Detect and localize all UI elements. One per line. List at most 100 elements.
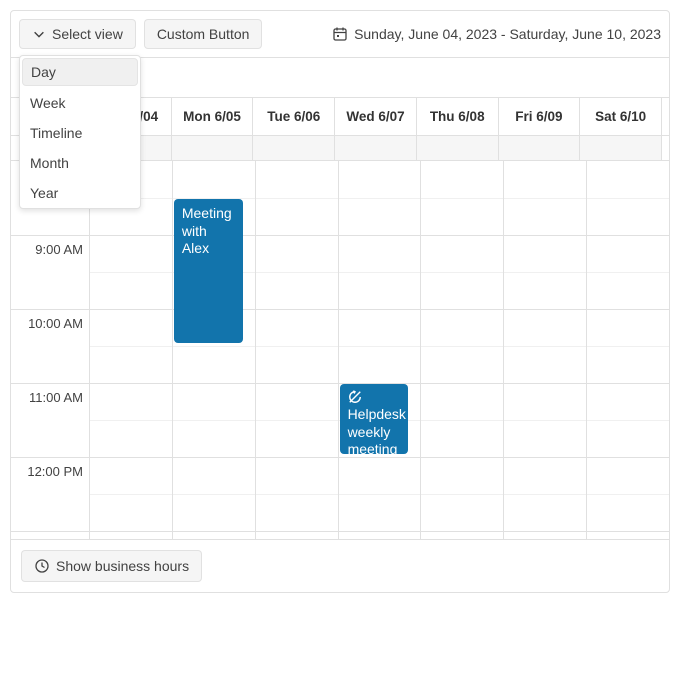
time-cell[interactable] xyxy=(339,309,421,346)
time-cell[interactable] xyxy=(504,198,586,235)
time-cell[interactable] xyxy=(90,420,172,457)
time-cell[interactable] xyxy=(173,457,255,494)
time-cell[interactable] xyxy=(256,161,338,198)
day-column[interactable] xyxy=(89,161,172,539)
day-column[interactable]: Meeting with Alex xyxy=(172,161,255,539)
time-cell[interactable] xyxy=(173,494,255,531)
time-cell[interactable] xyxy=(256,383,338,420)
time-cell[interactable] xyxy=(587,198,669,235)
view-option-timeline[interactable]: Timeline xyxy=(20,118,140,148)
time-cell[interactable] xyxy=(339,272,421,309)
time-cell[interactable] xyxy=(90,309,172,346)
time-cell[interactable] xyxy=(504,161,586,198)
time-cell[interactable] xyxy=(421,235,503,272)
allday-cell[interactable] xyxy=(334,136,416,160)
time-cell[interactable] xyxy=(90,272,172,309)
time-cell[interactable] xyxy=(339,457,421,494)
time-cell[interactable] xyxy=(504,346,586,383)
time-cell[interactable] xyxy=(504,420,586,457)
time-cell[interactable] xyxy=(587,309,669,346)
view-option-day[interactable]: Day xyxy=(22,58,138,86)
time-cell[interactable] xyxy=(421,420,503,457)
time-cell[interactable] xyxy=(339,494,421,531)
calendar-event[interactable]: Helpdesk weekly meeting xyxy=(340,384,409,454)
time-cell[interactable] xyxy=(504,272,586,309)
time-cell[interactable] xyxy=(587,272,669,309)
time-cell[interactable] xyxy=(421,309,503,346)
day-column[interactable] xyxy=(255,161,338,539)
column-header[interactable]: Tue 6/06 xyxy=(252,98,334,135)
time-cell[interactable] xyxy=(421,494,503,531)
time-cell[interactable] xyxy=(339,235,421,272)
time-cell[interactable] xyxy=(173,383,255,420)
time-cell[interactable] xyxy=(587,161,669,198)
column-header[interactable]: Mon 6/05 xyxy=(171,98,253,135)
custom-button[interactable]: Custom Button xyxy=(144,19,263,49)
allday-cell[interactable] xyxy=(171,136,253,160)
time-cell[interactable] xyxy=(587,420,669,457)
time-cell[interactable] xyxy=(90,346,172,383)
time-cell[interactable] xyxy=(504,457,586,494)
show-business-hours-button[interactable]: Show business hours xyxy=(21,550,202,582)
time-cell[interactable] xyxy=(90,235,172,272)
time-cell[interactable] xyxy=(421,383,503,420)
time-cell[interactable] xyxy=(173,161,255,198)
time-cell[interactable] xyxy=(587,383,669,420)
time-cell[interactable] xyxy=(256,346,338,383)
view-option-week[interactable]: Week xyxy=(20,88,140,118)
time-cell[interactable] xyxy=(256,531,338,539)
time-cell[interactable] xyxy=(173,346,255,383)
time-cell[interactable] xyxy=(504,383,586,420)
time-cell[interactable] xyxy=(421,161,503,198)
time-cell[interactable] xyxy=(587,346,669,383)
time-cell[interactable] xyxy=(256,420,338,457)
view-dropdown[interactable]: DayWeekTimelineMonthYear xyxy=(19,55,141,209)
time-cell[interactable] xyxy=(256,457,338,494)
select-view-button[interactable]: Select view xyxy=(19,19,136,49)
day-column[interactable]: Helpdesk weekly meeting xyxy=(338,161,421,539)
time-cell[interactable] xyxy=(339,161,421,198)
time-cell[interactable] xyxy=(90,457,172,494)
time-cell[interactable] xyxy=(256,235,338,272)
time-cell[interactable] xyxy=(504,309,586,346)
allday-cell[interactable] xyxy=(252,136,334,160)
day-column[interactable] xyxy=(503,161,586,539)
view-option-month[interactable]: Month xyxy=(20,148,140,178)
schedule-scroll[interactable]: 8:00 AM9:00 AM10:00 AM11:00 AM12:00 PM1:… xyxy=(11,161,669,539)
allday-cell[interactable] xyxy=(416,136,498,160)
time-cell[interactable] xyxy=(90,531,172,539)
column-header[interactable]: Sat 6/10 xyxy=(579,98,661,135)
allday-cell[interactable] xyxy=(498,136,580,160)
time-cell[interactable] xyxy=(421,457,503,494)
column-header[interactable]: Wed 6/07 xyxy=(334,98,416,135)
time-cell[interactable] xyxy=(504,235,586,272)
time-cell[interactable] xyxy=(256,198,338,235)
time-cell[interactable] xyxy=(339,531,421,539)
time-cell[interactable] xyxy=(173,531,255,539)
time-cell[interactable] xyxy=(587,531,669,539)
view-option-year[interactable]: Year xyxy=(20,178,140,208)
time-cell[interactable] xyxy=(256,309,338,346)
time-cell[interactable] xyxy=(90,494,172,531)
allday-cell[interactable] xyxy=(579,136,661,160)
column-header[interactable]: Fri 6/09 xyxy=(498,98,580,135)
time-cell[interactable] xyxy=(421,346,503,383)
time-cell[interactable] xyxy=(587,235,669,272)
time-cell[interactable] xyxy=(504,494,586,531)
time-cell[interactable] xyxy=(421,198,503,235)
time-cell[interactable] xyxy=(587,494,669,531)
calendar-event[interactable]: Meeting with Alex xyxy=(174,199,243,343)
time-cell[interactable] xyxy=(339,346,421,383)
time-cell[interactable] xyxy=(421,272,503,309)
time-cell[interactable] xyxy=(173,420,255,457)
column-header[interactable]: Thu 6/08 xyxy=(416,98,498,135)
day-column[interactable] xyxy=(420,161,503,539)
date-range[interactable]: Sunday, June 04, 2023 - Saturday, June 1… xyxy=(332,26,661,42)
time-cell[interactable] xyxy=(587,457,669,494)
time-cell[interactable] xyxy=(256,494,338,531)
time-cell[interactable] xyxy=(504,531,586,539)
time-cell[interactable] xyxy=(256,272,338,309)
time-cell[interactable] xyxy=(90,383,172,420)
time-cell[interactable] xyxy=(421,531,503,539)
day-column[interactable] xyxy=(586,161,669,539)
